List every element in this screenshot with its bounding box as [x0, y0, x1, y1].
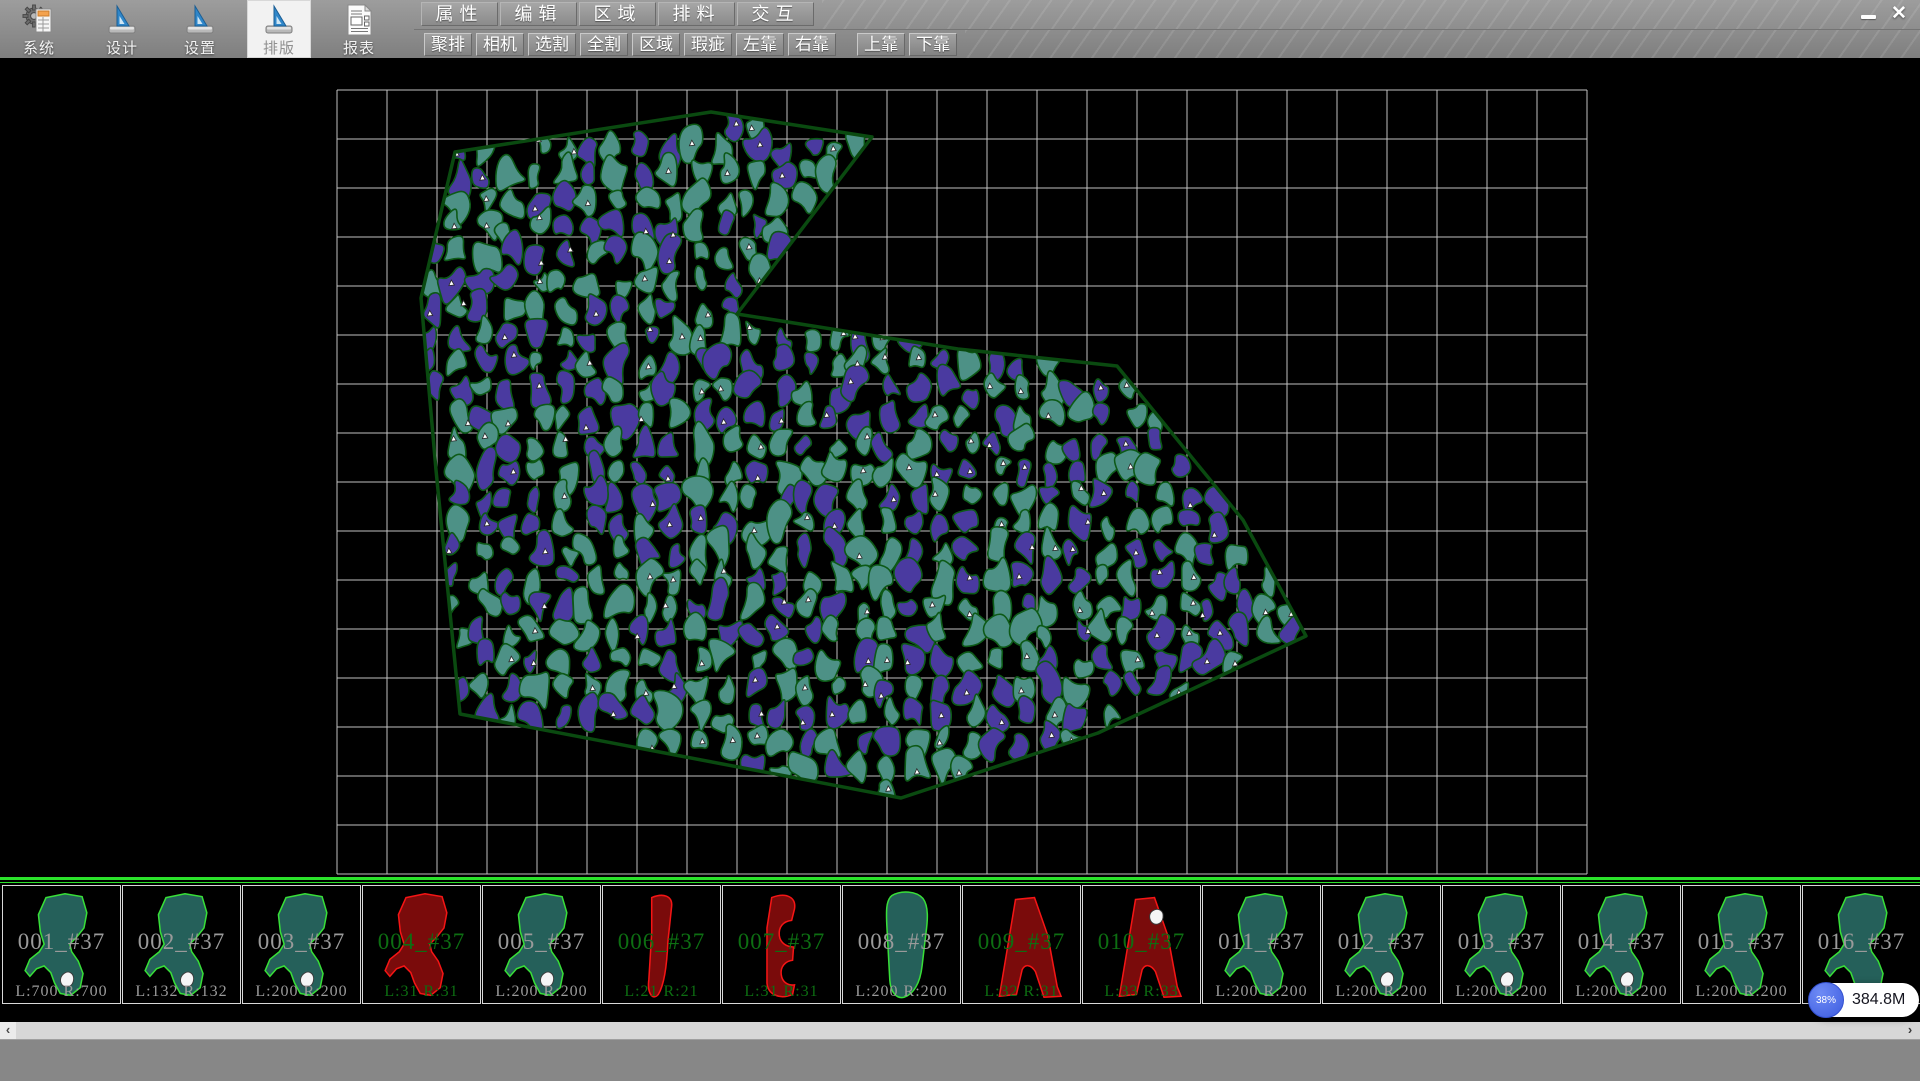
close-button[interactable]: ✕	[1886, 3, 1912, 23]
piece-lr-label: L:33 R:33	[1083, 983, 1200, 1001]
piece-lr-label: L:31 R:31	[363, 983, 480, 1001]
minimize-icon	[1861, 15, 1876, 19]
nav-button-label: 报表	[327, 37, 391, 58]
piece-id-label: 005_#37	[483, 929, 600, 955]
piece-lr-label: L:700 R:700	[3, 983, 120, 1001]
memory-usage-badge: 38% 384.8M	[1810, 983, 1919, 1017]
horizontal-scrollbar[interactable]: ‹ ›	[0, 1022, 1920, 1039]
piece-thumbnail-strip: 001_#37 L:700 R:700 002_#37 L:132 R:132 …	[0, 877, 1920, 1022]
design-ruler-icon	[105, 3, 139, 37]
piece-id-label: 010_#37	[1083, 929, 1200, 955]
piece-id-label: 008_#37	[843, 929, 960, 955]
report-doc-icon	[342, 3, 376, 37]
progress-percent: 38%	[1816, 995, 1836, 1006]
piece-thumbnail-015_#37[interactable]: 015_#37 L:200 R:200	[1682, 885, 1801, 1004]
nav-button-label: 系统	[7, 37, 71, 58]
close-icon: ✕	[1891, 3, 1907, 24]
minimize-button[interactable]	[1855, 3, 1881, 23]
piece-thumbnail-004_#37[interactable]: 004_#37 L:31 R:31	[362, 885, 481, 1004]
piece-thumbnail-013_#37[interactable]: 013_#37 L:200 R:200	[1442, 885, 1561, 1004]
piece-lr-label: L:200 R:200	[1683, 983, 1800, 1001]
piece-thumbnail-014_#37[interactable]: 014_#37 L:200 R:200	[1562, 885, 1681, 1004]
piece-id-label: 006_#37	[603, 929, 720, 955]
strip-border-line	[0, 877, 1920, 880]
progress-circle: 38%	[1808, 982, 1844, 1018]
nav-button-label: 设置	[168, 37, 232, 58]
piece-id-label: 011_#37	[1203, 929, 1320, 955]
titlebar-texture	[822, 0, 1920, 29]
strip-border-line2	[0, 882, 1920, 883]
piece-id-label: 007_#37	[723, 929, 840, 955]
toolbar-divider	[414, 29, 1920, 30]
tool-button-聚排[interactable]: 聚排	[424, 33, 472, 56]
tool-button-全割[interactable]: 全割	[580, 33, 628, 56]
piece-id-label: 016_#37	[1803, 929, 1920, 955]
menu-item-区域[interactable]: 区域	[579, 2, 656, 26]
piece-lr-label: L:200 R:200	[1323, 983, 1440, 1001]
piece-id-label: 013_#37	[1443, 929, 1560, 955]
scroll-left-arrow[interactable]: ‹	[0, 1022, 16, 1039]
nested-pieces	[413, 113, 1301, 811]
piece-lr-label: L:200 R:200	[843, 983, 960, 1001]
settings-ruler-icon	[183, 3, 217, 37]
nav-button-报表[interactable]: 报表	[327, 0, 391, 58]
tool-button-下靠[interactable]: 下靠	[909, 33, 957, 56]
menu-item-属性[interactable]: 属性	[421, 2, 498, 26]
nav-button-系统[interactable]: 系统	[7, 0, 71, 58]
piece-thumbnail-010_#37[interactable]: 010_#37 L:33 R:33	[1082, 885, 1201, 1004]
piece-id-label: 001_#37	[3, 929, 120, 955]
piece-lr-label: L:200 R:200	[483, 983, 600, 1001]
piece-thumbnail-001_#37[interactable]: 001_#37 L:700 R:700	[2, 885, 121, 1004]
nav-button-排版[interactable]: 排版	[247, 0, 311, 58]
tool-button-选割[interactable]: 选割	[528, 33, 576, 56]
toolbar-texture	[965, 30, 1920, 58]
piece-id-label: 015_#37	[1683, 929, 1800, 955]
nav-button-label: 设计	[90, 37, 154, 58]
piece-id-label: 002_#37	[123, 929, 240, 955]
piece-thumbnail-011_#37[interactable]: 011_#37 L:200 R:200	[1202, 885, 1321, 1004]
tool-button-相机[interactable]: 相机	[476, 33, 524, 56]
layout-ruler-icon	[262, 3, 296, 37]
piece-lr-label: L:132 R:132	[123, 983, 240, 1001]
status-bar	[0, 1039, 1920, 1081]
piece-thumbnail-002_#37[interactable]: 002_#37 L:132 R:132	[122, 885, 241, 1004]
piece-lr-label: L:200 R:200	[243, 983, 360, 1001]
piece-thumbnail-007_#37[interactable]: 007_#37 L:31 R:31	[722, 885, 841, 1004]
toolbar: 系统 设计 设置 排版 报表 属性编辑区域排料交互 聚排相机选割全割区域瑕疵左靠…	[0, 0, 1920, 59]
system-gear-icon	[22, 3, 56, 37]
piece-id-label: 014_#37	[1563, 929, 1680, 955]
piece-lr-label: L:21 R:21	[603, 983, 720, 1001]
piece-id-label: 004_#37	[363, 929, 480, 955]
piece-thumbnail-012_#37[interactable]: 012_#37 L:200 R:200	[1322, 885, 1441, 1004]
tool-button-右靠[interactable]: 右靠	[788, 33, 836, 56]
menu-item-交互[interactable]: 交互	[737, 2, 814, 26]
nav-button-label: 排版	[247, 37, 311, 58]
nav-button-设置[interactable]: 设置	[168, 0, 232, 58]
nav-button-设计[interactable]: 设计	[90, 0, 154, 58]
menu-item-排料[interactable]: 排料	[658, 2, 735, 26]
piece-thumbnail-009_#37[interactable]: 009_#37 L:32 R:31	[962, 885, 1081, 1004]
piece-thumbnail-005_#37[interactable]: 005_#37 L:200 R:200	[482, 885, 601, 1004]
piece-lr-label: L:200 R:200	[1443, 983, 1560, 1001]
piece-id-label: 009_#37	[963, 929, 1080, 955]
piece-lr-label: L:31 R:31	[723, 983, 840, 1001]
tool-button-左靠[interactable]: 左靠	[736, 33, 784, 56]
tool-button-上靠[interactable]: 上靠	[857, 33, 905, 56]
scroll-right-arrow[interactable]: ›	[1902, 1022, 1918, 1039]
memory-value: 384.8M	[1852, 991, 1905, 1009]
tool-button-区域[interactable]: 区域	[632, 33, 680, 56]
piece-thumbnail-008_#37[interactable]: 008_#37 L:200 R:200	[842, 885, 961, 1004]
menu-item-编辑[interactable]: 编辑	[500, 2, 577, 26]
piece-id-label: 012_#37	[1323, 929, 1440, 955]
piece-id-label: 003_#37	[243, 929, 360, 955]
piece-lr-label: L:200 R:200	[1203, 983, 1320, 1001]
piece-lr-label: L:32 R:31	[963, 983, 1080, 1001]
piece-lr-label: L:200 R:200	[1563, 983, 1680, 1001]
piece-thumbnail-006_#37[interactable]: 006_#37 L:21 R:21	[602, 885, 721, 1004]
piece-thumbnail-003_#37[interactable]: 003_#37 L:200 R:200	[242, 885, 361, 1004]
tool-button-瑕疵[interactable]: 瑕疵	[684, 33, 732, 56]
